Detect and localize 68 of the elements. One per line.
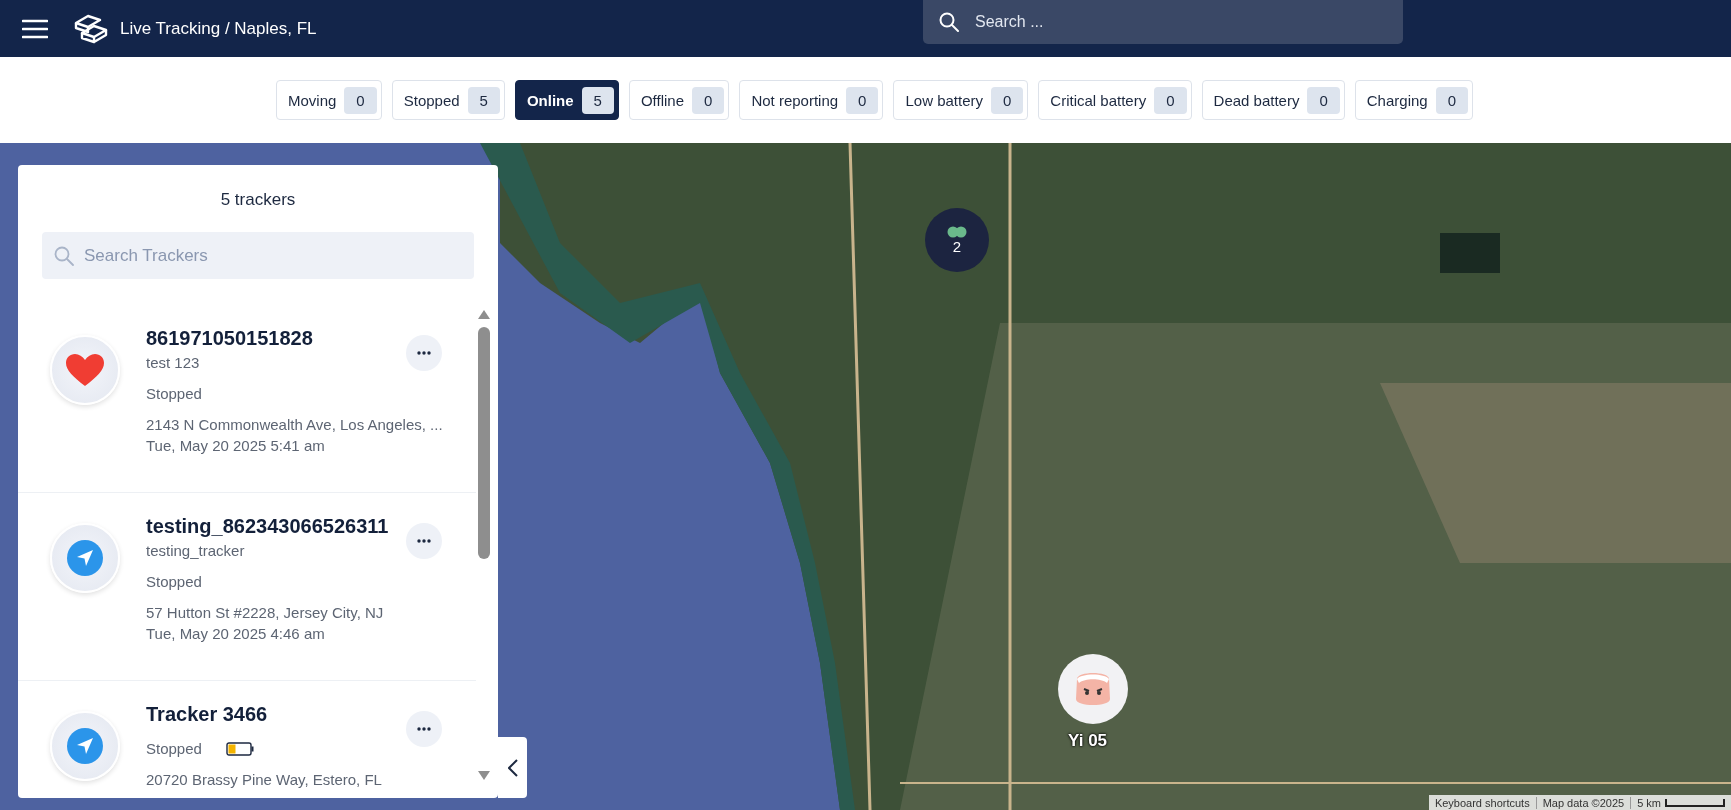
count-badge: 0 bbox=[991, 86, 1024, 114]
tracker-timestamp: Tue, May 20 2025 4:46 am bbox=[146, 625, 326, 642]
more-icon bbox=[417, 727, 431, 731]
tracker-name: testing_862343066526311 bbox=[146, 515, 389, 538]
tracker-status: Stopped bbox=[146, 385, 202, 402]
map-attribution-link[interactable]: Map data ©2025 bbox=[1536, 796, 1632, 809]
search-field[interactable]: Search Trackers bbox=[42, 232, 474, 279]
tracker-name: Tracker 3466 bbox=[146, 703, 269, 726]
filter-label: Stopped bbox=[403, 91, 460, 109]
search-icon bbox=[939, 12, 959, 32]
tracker-timestamp: Tue, May 20 2025 5:41 am bbox=[146, 437, 326, 454]
more-button[interactable] bbox=[406, 335, 442, 371]
filter-label: Online bbox=[526, 91, 574, 109]
filter-chip[interactable]: Critical battery 0 bbox=[1038, 80, 1192, 120]
filter-chip[interactable]: Charging 0 bbox=[1354, 80, 1473, 120]
count-badge: 0 bbox=[1154, 86, 1187, 114]
filter-label: Offline bbox=[640, 91, 685, 109]
tracker-address: 20720 Brassy Pine Way, Estero, FL bbox=[146, 771, 382, 788]
filter-chip[interactable]: Not reporting 0 bbox=[739, 80, 884, 120]
filter-chip[interactable]: Stopped 5 bbox=[391, 80, 505, 120]
page-title: Live Tracking / Naples, FL bbox=[120, 18, 317, 39]
filter-label: Moving bbox=[288, 91, 337, 109]
tracker-card[interactable]: testing_862343066526311 testing_tracker Stopped 57 Hutton St #2228, Jersey City, NJ Tue, May 20 2025 4:46 am bbox=[18, 493, 476, 681]
filter-chip[interactable]: Low battery 0 bbox=[893, 80, 1029, 120]
filter-label: Charging bbox=[1366, 91, 1428, 109]
scale-label: 5 km bbox=[1637, 796, 1661, 809]
search-icon bbox=[54, 246, 74, 266]
filter-label: Critical battery bbox=[1050, 91, 1147, 109]
filter-label: Dead battery bbox=[1213, 91, 1300, 109]
panel-title: 5 trackers bbox=[219, 190, 297, 210]
collapse-button[interactable] bbox=[498, 737, 527, 798]
scale-bar bbox=[1665, 798, 1725, 807]
count-badge: 5 bbox=[467, 86, 500, 114]
filter-chip[interactable]: Dead battery 0 bbox=[1201, 80, 1345, 120]
tracker-card[interactable]: 861971050151828 test 123 Stopped 2143 N Commonwealth Ave, Los Angeles, ... Tue, May 20 2025 5:41 am bbox=[18, 305, 476, 493]
heart-icon bbox=[65, 353, 105, 387]
count-badge: 0 bbox=[846, 86, 879, 114]
count-badge: 0 bbox=[1307, 86, 1340, 114]
marker-label: Yi 05 bbox=[1068, 731, 1108, 751]
tracker-address: 57 Hutton St #2228, Jersey City, NJ bbox=[146, 604, 385, 621]
more-button[interactable] bbox=[406, 711, 442, 747]
tracker-subtitle: test 123 bbox=[146, 354, 201, 371]
battery-icon bbox=[225, 741, 254, 756]
menu-button[interactable] bbox=[22, 18, 48, 39]
map-attribution-link[interactable]: Keyboard shortcuts bbox=[1428, 796, 1537, 809]
filter-label: Not reporting bbox=[751, 91, 839, 109]
count-badge: 0 bbox=[344, 86, 377, 114]
chevron-left-icon bbox=[507, 758, 518, 777]
search-field[interactable]: Search ... bbox=[923, 0, 1403, 44]
tracker-status: Stopped bbox=[146, 740, 202, 757]
tracker-name: 861971050151828 bbox=[146, 327, 314, 350]
filter-chip[interactable]: Offline 0 bbox=[628, 80, 730, 120]
filter-label: Low battery bbox=[905, 91, 983, 109]
filter-chip[interactable]: Moving 0 bbox=[276, 80, 382, 120]
cluster-count: 2 bbox=[952, 237, 962, 255]
filter-chip[interactable]: Online 5 bbox=[514, 80, 619, 120]
tracker-status: Stopped bbox=[146, 573, 202, 590]
tracker-subtitle: testing_tracker bbox=[146, 542, 246, 559]
more-icon bbox=[417, 539, 431, 543]
logo-icon bbox=[72, 13, 108, 44]
more-icon bbox=[417, 351, 431, 355]
count-badge: 5 bbox=[581, 86, 614, 114]
tracker-address: 2143 N Commonwealth Ave, Los Angeles, ... bbox=[146, 416, 443, 433]
cluster-icon bbox=[947, 225, 967, 238]
tracker-card[interactable]: Tracker 3466 Stopped 20720 Brassy Pine Way, Estero, FL bbox=[18, 681, 476, 798]
more-button[interactable] bbox=[406, 523, 442, 559]
count-badge: 0 bbox=[1435, 86, 1468, 114]
count-badge: 0 bbox=[692, 86, 725, 114]
